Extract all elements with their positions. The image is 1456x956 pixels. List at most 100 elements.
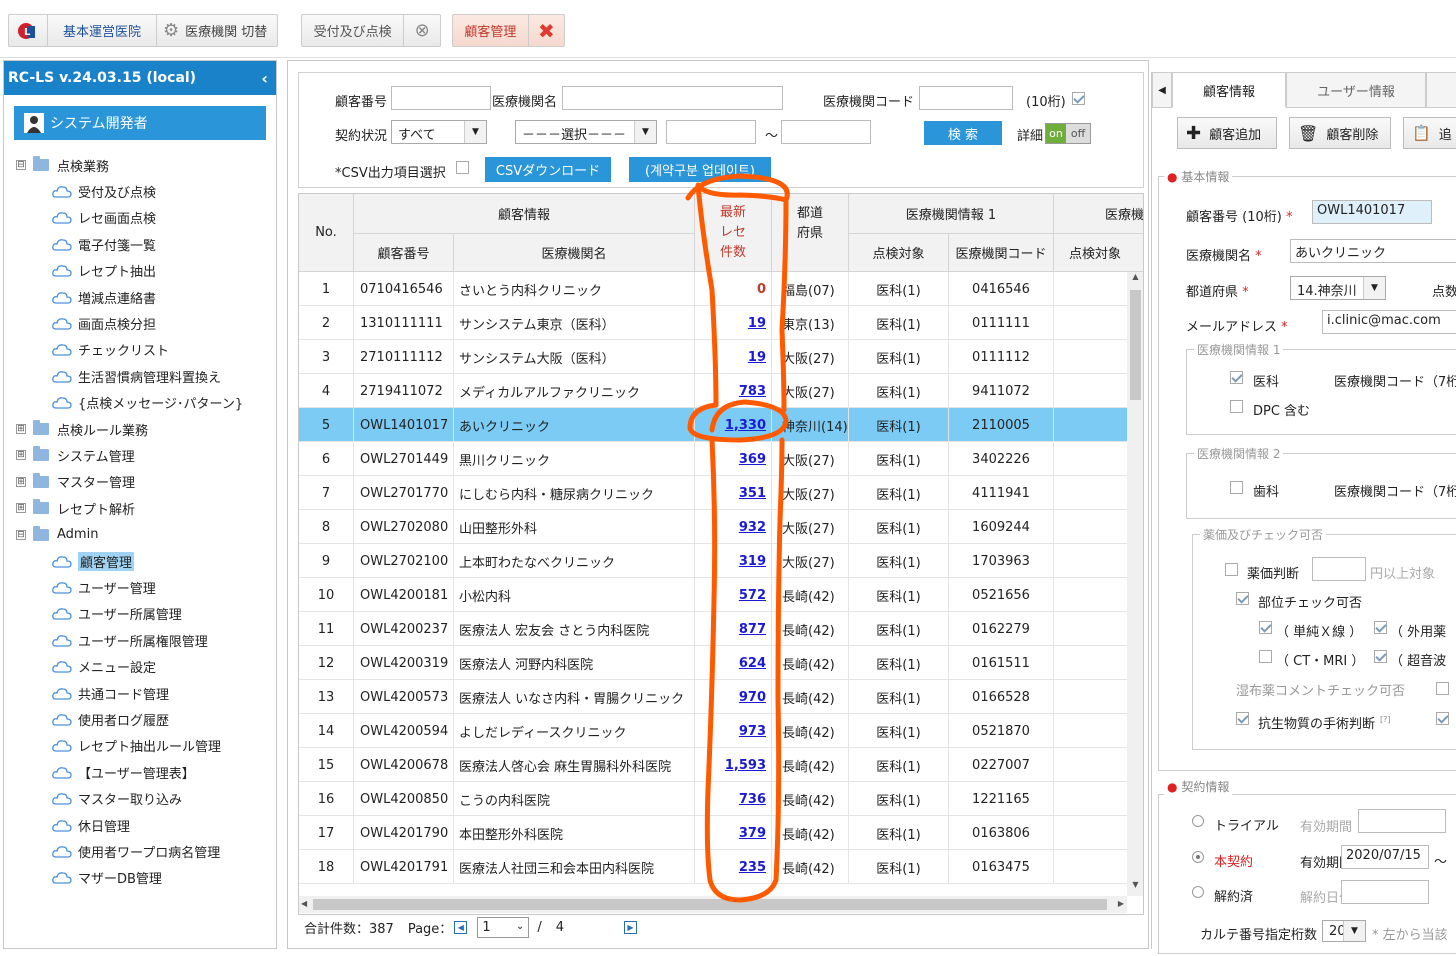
cell-latest-count-link[interactable]: 0: [695, 272, 772, 306]
col-latest-count-header[interactable]: 最新 レセ 件数: [695, 194, 772, 272]
menu-item[interactable]: 生活習慣病管理料置換え: [52, 365, 221, 387]
table-row[interactable]: 11 OWL4200237 医療法人 宏友会 さとう内科医院 877 長崎(42) 医科(…: [299, 612, 1127, 646]
menu-item[interactable]: マザーDB管理: [52, 867, 162, 889]
menu-group-3[interactable]: ⊞ マスター管理: [16, 471, 135, 493]
extra-button[interactable]: 📋 追: [1403, 117, 1456, 149]
menu-item[interactable]: レセ画面点検: [52, 207, 156, 229]
menu-item[interactable]: 電子付箋一覧: [52, 233, 156, 255]
table-row[interactable]: 7 OWL2701770 にしむら内科・糖尿病クリニック 351 大阪(27) 医科(1)…: [299, 476, 1127, 510]
table-row[interactable]: 15 OWL4200678 医療法人啓心会 麻生胃腸科外科医院 1,593 長崎(42)…: [299, 748, 1127, 782]
menu-group-2[interactable]: ⊞ システム管理: [16, 444, 135, 466]
detail-toggle[interactable]: on off: [1045, 123, 1091, 144]
drug-price-input[interactable]: [1312, 557, 1366, 581]
cell-latest-count-link[interactable]: 783: [695, 374, 772, 408]
table-row[interactable]: 16 OWL4200850 こうの内科医院 736 長崎(42) 医科(1) 1221165: [299, 782, 1127, 816]
cancel-date-input[interactable]: [1341, 880, 1429, 904]
search-button[interactable]: 検 索: [924, 121, 1002, 145]
clinic-name-field[interactable]: あいクリニック: [1290, 239, 1456, 263]
menu-item[interactable]: 使用者ログ履歴: [52, 708, 169, 730]
table-row[interactable]: 12 OWL4200319 医療法人 河野内科医院 624 長崎(42) 医科(1) 016…: [299, 646, 1127, 680]
scroll-up-icon[interactable]: ▲: [1127, 272, 1143, 288]
customer-no-input[interactable]: [391, 86, 491, 110]
ctmri-checkbox[interactable]: [1259, 650, 1272, 663]
menu-item[interactable]: 休日管理: [52, 814, 130, 836]
menu-item[interactable]: 画面点検分担: [52, 312, 156, 334]
antibiotic-extra-checkbox[interactable]: [1436, 712, 1449, 725]
page-select[interactable]: 1 ⌄: [477, 916, 530, 938]
shika-checkbox[interactable]: [1230, 481, 1243, 494]
menu-item[interactable]: チェックリスト: [52, 339, 169, 361]
clinic-code-input[interactable]: [919, 86, 1013, 110]
clinic-label-button[interactable]: 基本運営医院: [48, 21, 156, 40]
tab-user-info[interactable]: ユーザー情報: [1286, 72, 1426, 108]
next-page-icon[interactable]: ▶: [623, 920, 637, 934]
cell-latest-count-link[interactable]: 970: [695, 680, 772, 714]
xray-checkbox[interactable]: [1259, 621, 1272, 634]
antibiotic-checkbox[interactable]: [1236, 712, 1249, 725]
cell-latest-count-link[interactable]: 1,330: [695, 408, 772, 442]
col-no-header[interactable]: No.: [299, 194, 354, 272]
cell-latest-count-link[interactable]: 369: [695, 442, 772, 476]
menu-item[interactable]: レセプト抽出: [52, 260, 156, 282]
col-customer-no-header[interactable]: 顧客番号: [354, 234, 454, 272]
scroll-left-icon[interactable]: ◀: [301, 899, 307, 908]
table-row[interactable]: 5 OWL1401017 あいクリニック 1,330 神奈川(14) 医科(1) 21100…: [299, 408, 1127, 442]
tab-customer[interactable]: 顧客管理 ✖: [452, 14, 565, 47]
add-customer-button[interactable]: ✚ 顧客追加: [1177, 117, 1277, 149]
grid-hscrollbar[interactable]: ◀ ▶: [299, 896, 1127, 913]
scroll-right-icon[interactable]: ▶: [1118, 899, 1124, 908]
menu-item[interactable]: ユーザー所属権限管理: [52, 629, 208, 651]
close-icon[interactable]: ✖: [529, 19, 564, 43]
contract-date-input[interactable]: 2020/07/15: [1341, 845, 1429, 869]
cell-latest-count-link[interactable]: 624: [695, 646, 772, 680]
cell-latest-count-link[interactable]: 877: [695, 612, 772, 646]
contract-update-button[interactable]: (계약구분 업데이트): [629, 157, 771, 182]
help-icon[interactable]: [?]: [1380, 715, 1391, 724]
main-contract-radio[interactable]: [1192, 851, 1204, 863]
digits-checkbox[interactable]: [1072, 92, 1085, 105]
col-clinic-name-header[interactable]: 医療機関名: [454, 234, 695, 272]
menu-group-0[interactable]: ⊟ 点検業務: [16, 154, 109, 176]
table-row[interactable]: 17 OWL4201790 本田整形外科医院 379 長崎(42) 医科(1) 016380…: [299, 816, 1127, 850]
trial-period-input[interactable]: [1358, 809, 1446, 833]
menu-group-5[interactable]: ⊟ Admin: [16, 524, 98, 546]
menu-item[interactable]: メニュー設定: [52, 656, 156, 678]
cell-latest-count-link[interactable]: 973: [695, 714, 772, 748]
expand-toggle-icon[interactable]: ⊟: [16, 529, 26, 540]
delete-customer-button[interactable]: 🗑 顧客削除: [1289, 117, 1391, 149]
external-checkbox[interactable]: [1374, 621, 1387, 634]
cell-latest-count-link[interactable]: 319: [695, 544, 772, 578]
tab-customer-info[interactable]: 顧客情報: [1172, 72, 1286, 108]
cell-latest-count-link[interactable]: 1,593: [695, 748, 772, 782]
cell-latest-count-link[interactable]: 19: [695, 340, 772, 374]
scroll-thumb[interactable]: [1130, 290, 1141, 400]
table-row[interactable]: 13 OWL4200573 医療法人 いなさ内科・胃腸クリニック 970 長崎(42) 医…: [299, 680, 1127, 714]
cell-latest-count-link[interactable]: 235: [695, 850, 772, 884]
table-row[interactable]: 6 OWL2701449 黒川クリニック 369 大阪(27) 医科(1) 3402226: [299, 442, 1127, 476]
dpc-checkbox[interactable]: [1230, 400, 1243, 413]
col-check-target-header[interactable]: 点検対象: [849, 234, 949, 272]
menu-group-4[interactable]: ⊞ レセプト解析: [16, 497, 135, 519]
menu-group-1[interactable]: ⊞ 点検ルール業務: [16, 418, 148, 440]
tab-more[interactable]: [1426, 72, 1456, 108]
menu-item[interactable]: {点検メッセージ･パターン}: [52, 392, 243, 414]
collapse-detail-icon[interactable]: ◀: [1152, 72, 1172, 108]
expand-toggle-icon[interactable]: ⊞: [16, 424, 26, 434]
mail-field[interactable]: i.clinic@mac.com: [1322, 310, 1456, 334]
menu-item[interactable]: 増減点連絡書: [52, 286, 156, 308]
ika-checkbox[interactable]: [1230, 371, 1243, 384]
close-circle-icon[interactable]: ⊗: [404, 20, 440, 41]
col-pref-header[interactable]: 都道 府県: [772, 194, 849, 272]
menu-item[interactable]: 受付及び点検: [52, 180, 156, 202]
table-row[interactable]: 2 1310111111 サンシステム東京（医科） 19 東京(13) 医科(1) 0111…: [299, 306, 1127, 340]
drug-judge-checkbox[interactable]: [1225, 563, 1238, 576]
menu-item[interactable]: 使用者ワープロ病名管理: [52, 840, 220, 862]
table-row[interactable]: 3 2710111112 サンシステム大阪（医科） 19 大阪(27) 医科(1) 0111…: [299, 340, 1127, 374]
part-check-checkbox[interactable]: [1236, 592, 1249, 605]
current-user[interactable]: システム開発者: [14, 106, 266, 140]
range-to-input[interactable]: [781, 120, 871, 144]
table-row[interactable]: 8 OWL2702080 山田整形外科 932 大阪(27) 医科(1) 1609244: [299, 510, 1127, 544]
table-row[interactable]: 9 OWL2702100 上本町わたなべクリニック 319 大阪(27) 医科(1) 170…: [299, 544, 1127, 578]
col-check-target2-header[interactable]: 点検対象: [1054, 234, 1143, 272]
clinic-switch-button[interactable]: ⚙ 医療機関 切替: [157, 20, 267, 41]
